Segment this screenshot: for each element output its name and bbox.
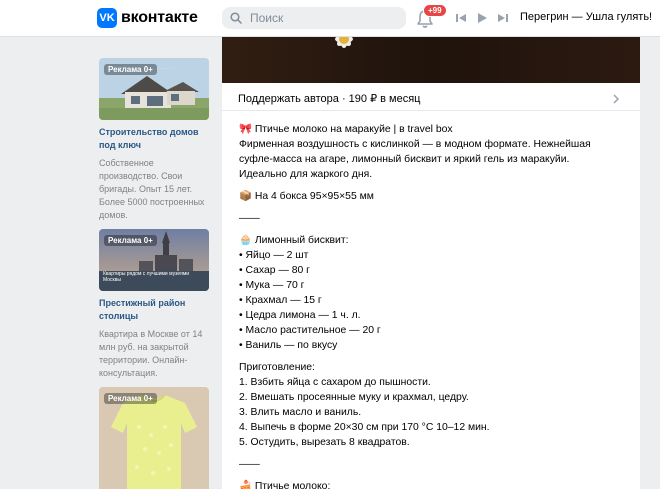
ad-label: Реклама 0+ [104, 235, 157, 246]
post-image[interactable] [222, 37, 640, 83]
next-track-icon[interactable] [497, 12, 509, 24]
now-playing-track[interactable]: Перегрин — Ушла гулять! [520, 11, 652, 23]
post-card: Поддержать автора · 190 ₽ в месяц 🎀 Птич… [222, 37, 640, 489]
post-line: 🧁 Лимонный бисквит: [239, 235, 349, 246]
search-box[interactable] [222, 7, 406, 29]
vk-logo[interactable]: VK вконтакте [97, 8, 198, 28]
post-line: • Цедра лимона — 1 ч. л. [239, 310, 361, 321]
ad-image[interactable]: Реклама 0+ · · · · · · [99, 58, 209, 120]
post-line: 4. Выпечь в форме 20×30 см при 170 °C 10… [239, 422, 490, 433]
post-line: Идеально для жаркого дня. [239, 169, 373, 180]
post-line-gap [239, 472, 624, 479]
support-author-bar[interactable]: Поддержать автора · 190 ₽ в месяц [222, 87, 640, 111]
ad-card[interactable]: Реклама 0+ · · · · · · Строительство дом… [99, 58, 209, 222]
post-line: • Крахмал — 15 г [239, 295, 322, 306]
ad-image-caption: Квартиры рядом с лучшими музеями Москвы [103, 271, 190, 283]
post-line: • Сахар — 80 г [239, 265, 310, 276]
post-line: • Ваниль — по вкусу [239, 340, 338, 351]
play-icon[interactable] [476, 12, 488, 24]
post-line-gap [239, 204, 624, 211]
chevron-right-icon [613, 94, 620, 104]
ad-description: Квартира в Москве от 14 млн руб. на закр… [99, 329, 203, 378]
post-line: 2. Вмешать просеянные муку и крахмал, це… [239, 392, 469, 403]
post-text: 🎀 Птичье молоко на маракуйе | в travel b… [239, 122, 624, 489]
post-line: • Масло растительное — 20 г [239, 325, 381, 336]
post-line-gap [239, 353, 624, 360]
post-line-gap [239, 182, 624, 189]
post-line-gap [239, 226, 624, 233]
search-icon [230, 12, 242, 24]
search-input[interactable] [250, 11, 390, 25]
ad-title[interactable]: Строительство домов под ключ [99, 126, 209, 152]
ad-card[interactable]: Реклама 0+ [99, 387, 209, 489]
post-line: —— [239, 459, 260, 470]
ad-label: Реклама 0+ [104, 64, 157, 75]
ad-label: Реклама 0+ [104, 393, 157, 404]
ad-small-text: · · · · · · [157, 66, 174, 72]
post-line: • Мука — 70 г [239, 280, 305, 291]
post-line: Фирменная воздушность с кислинкой — в мо… [239, 139, 591, 150]
flower-decoration [335, 37, 353, 48]
ad-card[interactable]: Реклама 0+ Квартиры рядом с лучшими музе… [99, 229, 209, 380]
post-line: 🍰 Птичье молоко: [239, 481, 331, 489]
vk-logo-icon: VK [97, 8, 117, 28]
top-bar: VK вконтакте +99 Перегрин — Ушла гулять! [0, 0, 660, 37]
post-line: суфле-масса на агаре, лимонный бисквит и… [239, 154, 570, 165]
ad-image[interactable]: Реклама 0+ Квартиры рядом с лучшими музе… [99, 229, 209, 291]
post-line: 5. Остудить, вырезать 8 квадратов. [239, 437, 410, 448]
post-line: 📦 На 4 бокса 95×95×55 мм [239, 191, 374, 202]
ad-image[interactable]: Реклама 0+ [99, 387, 209, 489]
logo-text: вконтакте [121, 9, 198, 26]
post-line: Приготовление: [239, 362, 315, 373]
post-line-gap [239, 450, 624, 457]
post-line: • Яйцо — 2 шт [239, 250, 309, 261]
post-line: —— [239, 213, 260, 224]
post-line: 3. Влить масло и ваниль. [239, 407, 362, 418]
previous-track-icon[interactable] [455, 12, 467, 24]
notification-badge: +99 [423, 4, 447, 17]
post-line: 1. Взбить яйца с сахаром до пышности. [239, 377, 431, 388]
support-author-label: Поддержать автора · 190 ₽ в месяц [238, 93, 421, 105]
ad-title[interactable]: Престижный район столицы [99, 297, 209, 323]
post-line: 🎀 Птичье молоко на маракуйе | в travel b… [239, 124, 453, 135]
ad-description: Собственное производство. Свои бригады. … [99, 158, 205, 220]
